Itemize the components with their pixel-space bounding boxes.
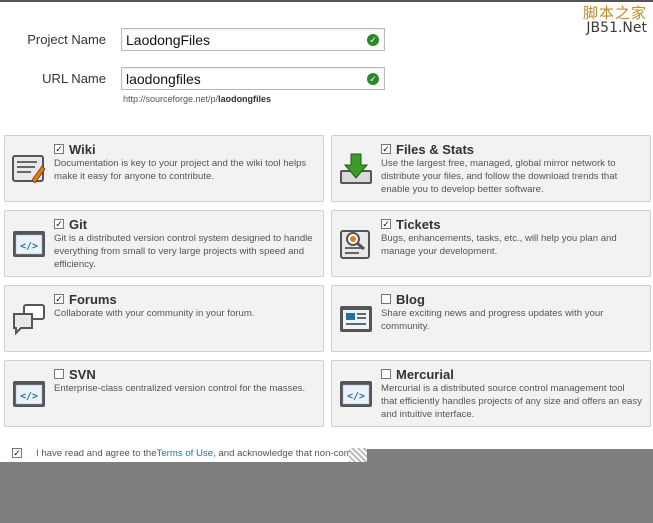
url-name-input[interactable] — [121, 67, 385, 90]
project-name-label: Project Name — [27, 32, 106, 47]
tool-checkbox[interactable] — [381, 294, 391, 304]
tool-checkbox[interactable] — [54, 369, 64, 379]
terms-of-use-link[interactable]: Terms of Use — [157, 448, 214, 459]
tool-title-row: ✓ Tickets — [381, 216, 441, 232]
tool-checkbox[interactable]: ✓ — [381, 219, 391, 229]
tool-title-row: ✓ Files & Stats — [381, 141, 474, 157]
tool-checkbox[interactable]: ✓ — [54, 219, 64, 229]
terms-checkbox[interactable]: ✓ — [12, 448, 22, 458]
tool-description: Use the largest free, managed, global mi… — [381, 158, 618, 195]
tool-name[interactable]: Blog — [396, 292, 425, 307]
download-icon — [339, 152, 373, 186]
check-ok-icon: ✓ — [367, 73, 379, 85]
svg-text:</>: </> — [20, 391, 38, 402]
tool-checkbox[interactable]: ✓ — [54, 144, 64, 154]
tool-name[interactable]: Mercurial — [396, 367, 454, 382]
tool-name[interactable]: Wiki — [69, 142, 96, 157]
top-border — [0, 0, 653, 2]
tool-card-forums[interactable]: ✓ Forums Collaborate with your community i… — [4, 285, 324, 352]
gray-overlay-bottom — [0, 462, 653, 523]
svg-text:</>: </> — [347, 391, 365, 402]
code-icon: </> — [339, 377, 373, 411]
tool-name[interactable]: Files & Stats — [396, 142, 474, 157]
tool-name[interactable]: SVN — [69, 367, 96, 382]
tool-checkbox[interactable]: ✓ — [54, 294, 64, 304]
tool-title-row: SVN — [54, 366, 96, 382]
url-name-label: URL Name — [42, 71, 106, 86]
tool-description: Bugs, enhancements, tasks, etc., will he… — [381, 233, 617, 257]
gray-overlay — [367, 449, 653, 463]
tool-description: Share exciting news and progress updates… — [381, 308, 604, 332]
tool-checkbox[interactable]: ✓ — [381, 144, 391, 154]
tool-description: Enterprise-class centralized version con… — [54, 383, 306, 394]
forums-icon — [12, 302, 46, 336]
tool-title-row: Mercurial — [381, 366, 454, 382]
terms-text-after: , and acknowledge that non-complia — [213, 447, 367, 459]
tool-description: Documentation is key to your project and… — [54, 158, 307, 182]
tool-description: Collaborate with your community in your … — [54, 308, 255, 319]
tool-name[interactable]: Git — [69, 217, 87, 232]
tool-name[interactable]: Forums — [69, 292, 117, 307]
tool-card-mercurial[interactable]: </> Mercurial Mercurial is a distributed s… — [331, 360, 651, 427]
tickets-icon — [339, 227, 373, 261]
url-hint-name: laodongfiles — [218, 94, 272, 104]
wiki-icon — [12, 152, 46, 186]
tool-card-files-stats[interactable]: ✓ Files & Stats Use the largest free, mana… — [331, 135, 651, 202]
tool-name[interactable]: Tickets — [396, 217, 441, 232]
code-icon: </> — [12, 227, 46, 261]
svg-text:</>: </> — [20, 241, 38, 252]
tool-card-blog[interactable]: Blog Share exciting news and progress upd… — [331, 285, 651, 352]
tool-title-row: ✓ Wiki — [54, 141, 96, 157]
tool-title-row: Blog — [381, 291, 425, 307]
tool-title-row: ✓ Git — [54, 216, 87, 232]
tool-card-tickets[interactable]: ✓ Tickets Bugs, enhancements, tasks, etc.,… — [331, 210, 651, 277]
blog-icon — [339, 302, 373, 336]
project-name-input[interactable] — [121, 28, 385, 51]
project-name-row: Project Name ✓ — [0, 28, 653, 52]
tool-title-row: ✓ Forums — [54, 291, 117, 307]
tool-description: Git is a distributed version control sys… — [54, 233, 313, 270]
terms-agreement: ✓ I have read and agree to the Terms of … — [12, 446, 367, 460]
url-name-row: URL Name ✓ — [0, 67, 653, 91]
url-hint: http://sourceforge.net/p/laodongfiles — [123, 94, 271, 104]
occluded-region — [349, 448, 367, 463]
check-ok-icon: ✓ — [367, 34, 379, 46]
tool-card-git[interactable]: </> ✓ Git Git is a distributed version cont… — [4, 210, 324, 277]
terms-text-before: I have read and agree to the — [36, 447, 157, 459]
tool-checkbox[interactable] — [381, 369, 391, 379]
tool-card-svn[interactable]: </> SVN Enterprise-class centralized versi… — [4, 360, 324, 427]
code-icon: </> — [12, 377, 46, 411]
url-hint-prefix: http://sourceforge.net/p/ — [123, 94, 219, 104]
tool-card-wiki[interactable]: ✓ Wiki Documentation is key to your projec… — [4, 135, 324, 202]
tool-description: Mercurial is a distributed source contro… — [381, 383, 642, 420]
